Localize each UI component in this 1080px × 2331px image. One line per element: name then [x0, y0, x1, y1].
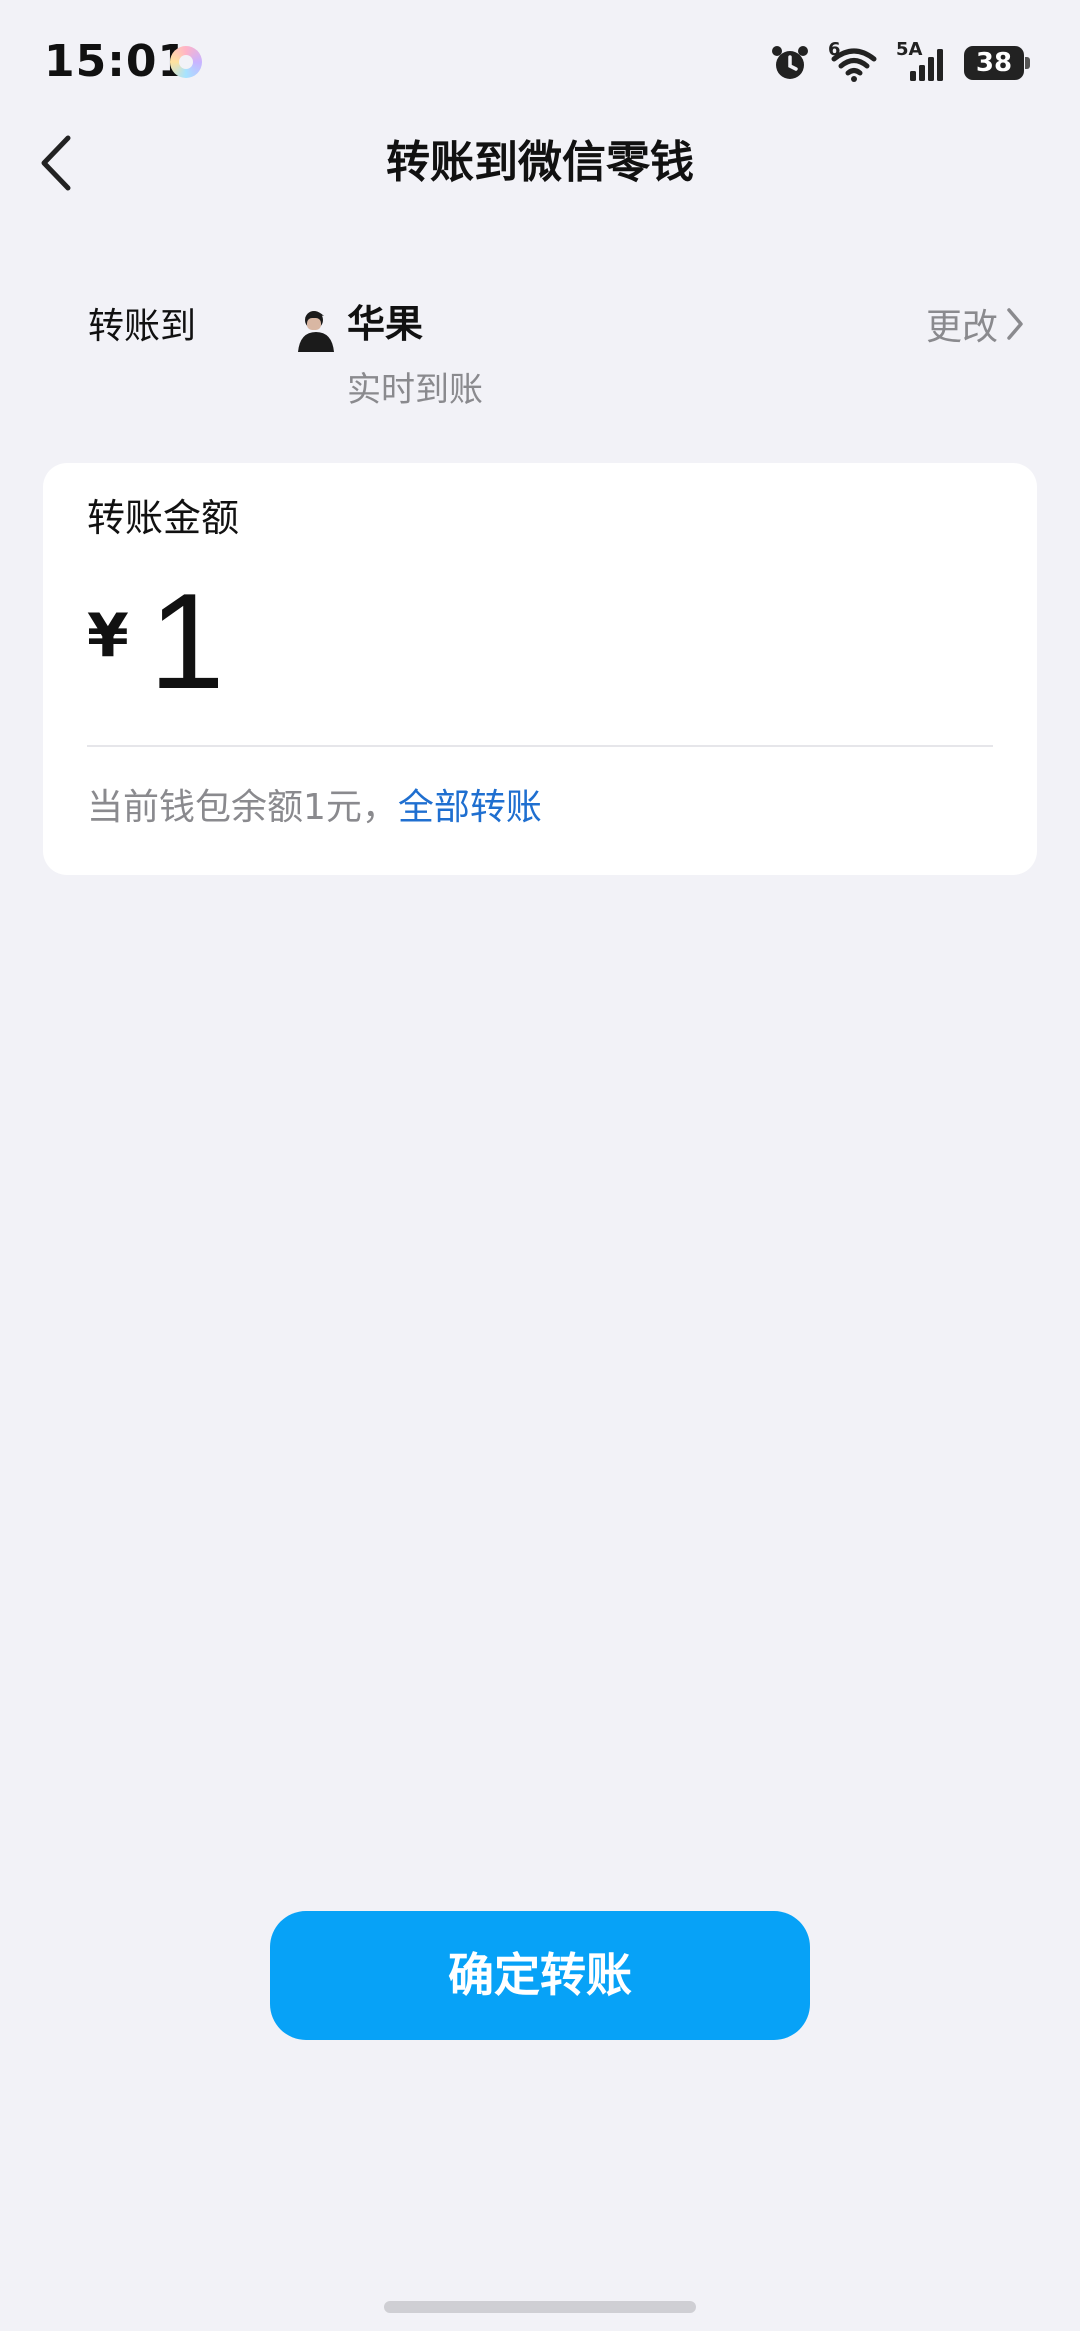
battery-icon: 38 — [964, 46, 1030, 80]
amount-input[interactable]: ¥ 1 — [87, 573, 993, 709]
chevron-right-icon — [1007, 308, 1023, 340]
app-notification-icon — [170, 46, 202, 78]
recipient-label: 转账到 — [88, 306, 197, 347]
arrival-time-text: 实时到账 — [347, 370, 483, 410]
avatar — [296, 308, 336, 352]
alarm-icon — [770, 43, 810, 83]
battery-level: 38 — [975, 48, 1013, 78]
transfer-all-link[interactable]: 全部转账 — [398, 787, 542, 828]
amount-value: 1 — [149, 565, 225, 717]
amount-card: 转账金额 ¥ 1 当前钱包余额1元，全部转账 — [43, 463, 1037, 875]
status-icons: 6 5A 38 — [770, 39, 1030, 86]
status-bar: 15:01 6 5A 38 — [0, 0, 1080, 126]
chevron-left-icon — [41, 135, 71, 191]
change-recipient-link[interactable]: 更改 — [926, 298, 1026, 350]
confirm-transfer-button[interactable]: 确定转账 — [270, 1911, 810, 2040]
signal-icon: 5A — [896, 39, 946, 83]
balance-text: 当前钱包余额1元， — [87, 787, 398, 828]
page-title: 转账到微信零钱 — [386, 137, 694, 188]
currency-symbol: ¥ — [87, 601, 129, 671]
amount-label: 转账金额 — [87, 496, 240, 540]
wifi-icon: 6 — [828, 39, 878, 83]
network-label: 5A — [896, 39, 923, 60]
balance-row: 当前钱包余额1元，全部转账 — [87, 781, 542, 835]
divider — [87, 745, 993, 747]
recipient-name: 华果 — [347, 302, 424, 346]
battery-tip — [1025, 57, 1030, 69]
home-indicator[interactable] — [384, 2301, 696, 2313]
back-button[interactable] — [30, 128, 90, 198]
wifi-label: 6 — [828, 39, 841, 60]
change-label: 更改 — [925, 307, 998, 348]
status-time: 15:01 — [44, 36, 190, 87]
